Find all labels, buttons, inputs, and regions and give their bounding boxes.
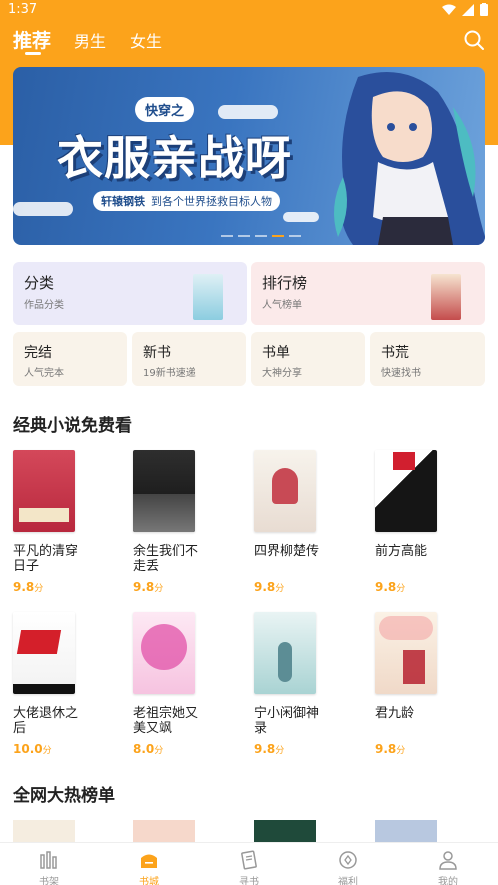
bookshelf-icon	[40, 851, 57, 869]
book-card[interactable]: 前方高能 9.8分	[375, 450, 461, 594]
nav-label: 书城	[139, 877, 159, 885]
book-cover	[375, 450, 437, 532]
book-score: 9.8分	[375, 580, 406, 594]
find-book-icon	[241, 850, 257, 870]
book-card[interactable]: 大佬退休之后 10.0分	[13, 612, 99, 756]
banner-character-illustration	[334, 72, 485, 245]
category-name: 书荒	[381, 345, 409, 361]
category-ranking[interactable]: 排行榜 人气榜单	[251, 262, 485, 325]
book-card[interactable]: 宁小闲御神录 9.8分	[254, 612, 340, 756]
category-name: 分类	[24, 274, 55, 292]
book-title: 君九龄	[375, 706, 415, 721]
book-cover[interactable]	[133, 820, 195, 842]
section-title-classic: 经典小说免费看	[13, 416, 132, 436]
book-title: 宁小闲御神录	[254, 706, 320, 736]
book-thumbnail	[193, 274, 223, 320]
book-score: 9.8分	[254, 580, 285, 594]
category-name: 书单	[262, 345, 290, 361]
book-score: 9.8分	[13, 580, 44, 594]
tab-recommend[interactable]: 推荐	[13, 26, 51, 53]
nav-bookstore[interactable]: 书城	[119, 843, 179, 885]
cloud-decoration	[13, 202, 73, 216]
profile-icon	[439, 851, 457, 870]
nav-label: 书架	[39, 877, 59, 885]
active-tab-indicator	[25, 52, 41, 55]
book-card[interactable]: 余生我们不走丢 9.8分	[133, 450, 219, 594]
bookstore-icon	[141, 854, 157, 868]
category-name: 排行榜	[262, 274, 308, 292]
bottom-navigation: 书架 书城 寻书 福利 我的	[0, 842, 498, 885]
category-find[interactable]: 书荒 快速找书	[370, 332, 485, 386]
tab-male[interactable]: 男生	[74, 28, 106, 52]
nav-bookshelf[interactable]: 书架	[19, 843, 79, 885]
category-sub: 人气完本	[24, 368, 64, 379]
category-classify[interactable]: 分类 作品分类	[13, 262, 247, 325]
book-title: 平凡的清穿日子	[13, 544, 79, 574]
book-cover[interactable]	[13, 820, 75, 842]
banner-title: 衣服亲战呀	[57, 131, 292, 185]
book-score: 9.8分	[254, 742, 285, 756]
book-card[interactable]: 平凡的清穿日子 9.8分	[13, 450, 99, 594]
nav-label: 寻书	[239, 877, 259, 885]
banner-author: 轩辕钢铁 到各个世界拯救目标人物	[93, 191, 280, 211]
book-thumbnail	[431, 274, 461, 320]
book-cover	[133, 612, 195, 694]
category-sub: 大神分享	[262, 368, 302, 379]
book-card[interactable]: 四界柳楚传 9.8分	[254, 450, 340, 594]
category-sub: 作品分类	[24, 300, 64, 311]
category-name: 完结	[24, 345, 52, 361]
book-score: 9.8分	[133, 580, 164, 594]
book-cover	[375, 612, 437, 694]
category-sub: 快速找书	[381, 368, 421, 379]
book-cover	[133, 450, 195, 532]
book-title: 四界柳楚传	[254, 544, 320, 559]
book-cover[interactable]	[254, 820, 316, 842]
book-title: 大佬退休之后	[13, 706, 79, 736]
book-cover	[254, 612, 316, 694]
category-name: 新书	[143, 345, 171, 361]
tab-female[interactable]: 女生	[130, 28, 162, 52]
status-time: 1:37	[8, 2, 38, 17]
category-booklist[interactable]: 书单 大神分享	[251, 332, 365, 386]
nav-welfare[interactable]: 福利	[318, 843, 378, 885]
book-cover	[13, 450, 75, 532]
welfare-icon	[339, 851, 357, 869]
status-bar: 1:37	[0, 0, 498, 22]
book-cover[interactable]	[375, 820, 437, 842]
banner-tag: 快穿之	[135, 97, 195, 122]
book-score: 9.8分	[375, 742, 406, 756]
banner-pagination	[221, 235, 301, 237]
category-new[interactable]: 新书 19新书速递	[132, 332, 246, 386]
book-title: 余生我们不走丢	[133, 544, 199, 574]
cloud-decoration	[218, 105, 278, 119]
wifi-icon	[442, 4, 456, 15]
category-sub: 人气榜单	[262, 300, 302, 311]
signal-icon	[462, 3, 474, 16]
nav-findbook[interactable]: 寻书	[219, 843, 279, 885]
nav-profile[interactable]: 我的	[418, 843, 478, 885]
book-card[interactable]: 老祖宗她又美又飒 8.0分	[133, 612, 219, 756]
banner-author-name: 轩辕钢铁	[101, 195, 145, 208]
book-title: 前方高能	[375, 544, 428, 559]
category-finished[interactable]: 完结 人气完本	[13, 332, 127, 386]
nav-label: 福利	[338, 877, 358, 885]
book-score: 8.0分	[133, 742, 164, 756]
promo-banner[interactable]: 快穿之 衣服亲战呀 轩辕钢铁 到各个世界拯救目标人物	[13, 67, 485, 245]
book-cover	[13, 612, 75, 694]
category-sub: 19新书速递	[143, 368, 196, 379]
battery-icon	[480, 3, 488, 16]
search-icon[interactable]	[462, 28, 486, 52]
nav-label: 我的	[438, 877, 458, 885]
book-title: 老祖宗她又美又飒	[133, 706, 199, 736]
book-card[interactable]: 君九龄 9.8分	[375, 612, 461, 756]
top-tabs: 推荐 男生 女生	[0, 24, 498, 58]
book-cover	[254, 450, 316, 532]
section-title-hot: 全网大热榜单	[13, 786, 115, 806]
banner-tagline: 到各个世界拯救目标人物	[151, 195, 272, 208]
book-score: 10.0分	[13, 742, 52, 756]
